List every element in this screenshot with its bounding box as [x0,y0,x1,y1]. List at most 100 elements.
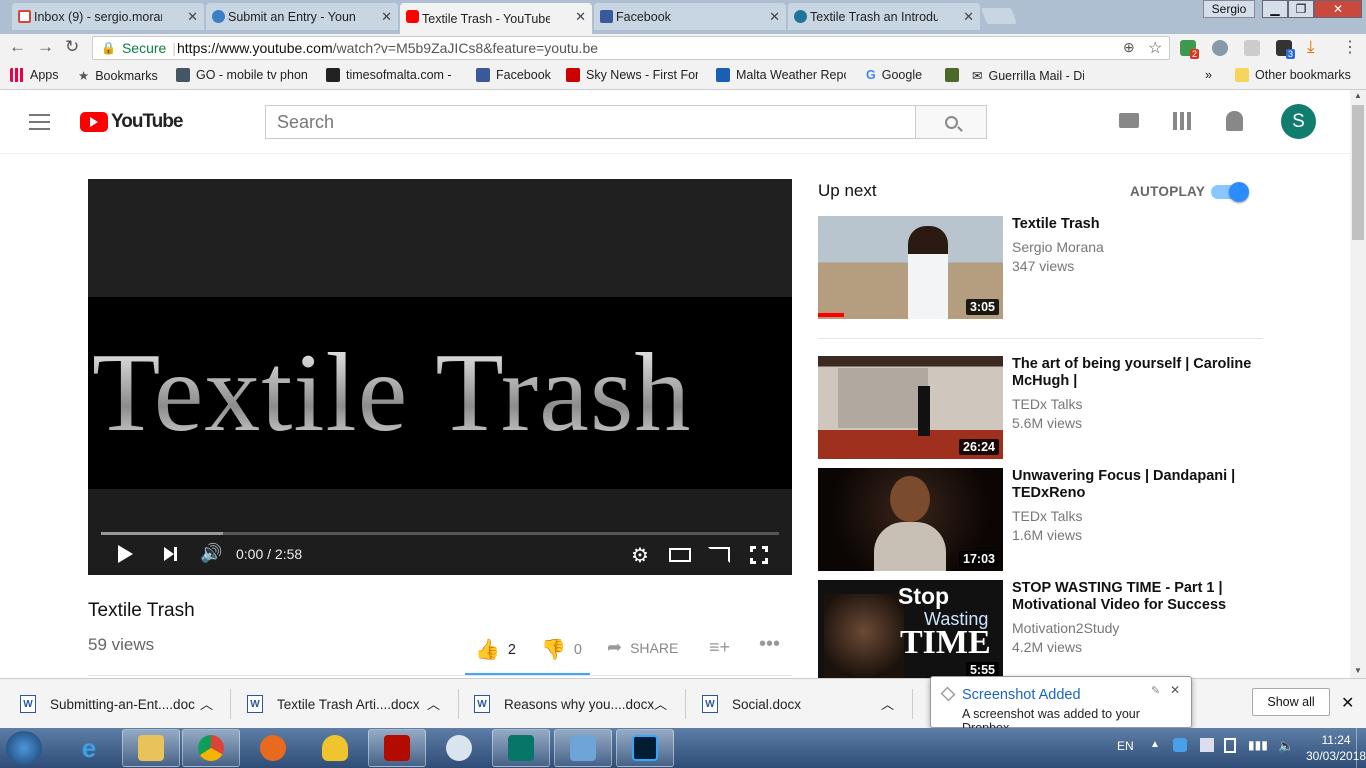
taskbar-photoshop[interactable] [616,729,674,767]
bookmark-sky-news[interactable]: Sky News - First For [566,68,698,82]
tab-submit-entry[interactable]: Submit an Entry - Young ✕ [206,3,398,30]
video-title[interactable]: STOP WASTING TIME - Part 1 | Motivationa… [1012,580,1252,614]
taskbar-publisher[interactable] [492,729,550,767]
language-indicator[interactable]: EN [1117,739,1134,753]
cast-icon[interactable] [708,547,730,563]
menu-icon[interactable]: ⋮ [1342,37,1358,57]
taskbar-media[interactable] [244,729,302,767]
extension-icon[interactable] [1244,40,1260,56]
progress-bar[interactable] [101,532,779,535]
video-title[interactable]: Unwavering Focus | Dandapani | TEDxReno [1012,468,1252,502]
bookmark-google[interactable]: G Google [866,68,922,82]
back-icon[interactable]: ← [9,37,26,57]
reload-icon[interactable]: ↻ [65,37,79,57]
share-button[interactable]: ➦ SHARE [607,637,678,658]
forward-icon[interactable]: → [37,37,54,57]
close-window-button[interactable]: ✕ [1314,0,1362,18]
theater-mode-icon[interactable] [669,548,691,562]
show-all-downloads-button[interactable]: Show all [1252,688,1330,716]
next-icon[interactable] [164,547,177,562]
tab-youtube[interactable]: Textile Trash - YouTube ✕ [400,3,592,34]
recommendation-card[interactable]: 3:05 Textile Trash Sergio Morana 347 vie… [818,216,1263,326]
close-icon[interactable]: ✕ [575,9,586,25]
play-icon[interactable] [118,545,133,563]
scroll-up-icon[interactable]: ▲ [1354,91,1362,100]
recommendation-card[interactable]: Stop Wasting TIME 5:55 STOP WASTING TIME… [818,580,1263,678]
dropbox-tray-icon[interactable] [1173,738,1187,752]
chevron-up-icon[interactable]: ︿ [427,694,440,713]
video-thumbnail[interactable]: Stop Wasting TIME 5:55 [818,580,1003,678]
profile-button[interactable]: Sergio [1203,0,1255,18]
hamburger-menu-icon[interactable] [29,114,50,130]
secure-indicator[interactable]: 🔒 Secure | [101,40,176,56]
search-input[interactable]: Search [265,105,916,139]
tray-expand-icon[interactable]: ▲ [1150,739,1160,750]
autoplay-toggle[interactable] [1211,182,1251,202]
bookmark-apps[interactable]: Apps [10,68,59,82]
video-player[interactable]: Textile Trash 🔊 0:00 / 2:58 ⚙ [88,179,792,575]
download-item[interactable]: W Reasons why you....docx [474,679,654,729]
chevron-up-icon[interactable]: ︿ [200,694,213,713]
taskbar-photo-viewer[interactable] [554,729,612,767]
tab-facebook[interactable]: Facebook ✕ [594,3,786,30]
taskbar-tips[interactable] [306,729,364,767]
bookmark-guerrilla-mail[interactable]: ✉ Guerrilla Mail - Di [972,68,1084,84]
settings-gear-icon[interactable]: ⚙ [631,543,649,568]
address-bar[interactable]: 🔒 Secure | https://www.youtube.com/watch… [92,36,1170,60]
zoom-icon[interactable]: ⊕ [1123,39,1135,56]
upload-video-icon[interactable] [1119,113,1139,128]
download-item[interactable]: W Textile Trash Arti....docx [247,679,420,729]
taskbar-snipping[interactable] [430,729,488,767]
chevron-up-icon[interactable]: ︿ [881,694,894,713]
bookmarks-overflow[interactable]: » [1205,68,1212,82]
bookmark-go[interactable]: GO - mobile tv phon [176,68,308,82]
download-icon[interactable]: ⤓ [1307,37,1315,57]
taskbar-ie[interactable]: e [60,729,118,767]
new-tab-button[interactable] [981,8,1017,24]
battery-icon[interactable] [1224,738,1236,753]
fullscreen-icon[interactable] [750,546,768,564]
notifications-bell-icon[interactable] [1226,111,1243,131]
video-thumbnail[interactable]: 26:24 [818,356,1003,459]
tab-gmail[interactable]: Inbox (9) - sergio.morana ✕ [12,3,204,30]
bookmark-g[interactable] [945,68,959,82]
like-button[interactable]: 👍 2 [475,637,516,662]
apps-grid-icon[interactable] [1173,112,1191,130]
page-scrollbar[interactable]: ▲ ▼ [1350,90,1366,678]
bookmark-facebook[interactable]: Facebook [476,68,551,82]
video-title[interactable]: The art of being yourself | Caroline McH… [1012,356,1252,390]
taskbar-explorer[interactable] [122,729,180,767]
chevron-up-icon[interactable]: ︿ [654,694,667,713]
download-item[interactable]: W Submitting-an-Ent....doc [20,679,195,729]
taskbar-acrobat[interactable] [368,729,426,767]
video-thumbnail[interactable]: 3:05 [818,216,1003,319]
dropbox-notification[interactable]: Screenshot Added A screenshot was added … [930,676,1192,735]
pin-icon[interactable]: ✎ [1151,684,1160,697]
volume-tray-icon[interactable]: 🔈 [1278,738,1294,754]
network-icon[interactable]: ▮▮▮ [1248,738,1268,752]
star-icon[interactable]: ☆ [1148,38,1162,58]
youtube-logo[interactable]: YouTube [80,111,183,133]
extension-icon[interactable] [1212,40,1228,56]
bookmark-other[interactable]: Other bookmarks [1235,68,1351,82]
scroll-down-icon[interactable]: ▼ [1354,666,1362,675]
recommendation-card[interactable]: 17:03 Unwavering Focus | Dandapani | TED… [818,468,1263,572]
download-item[interactable]: W Social.docx [702,679,801,729]
maximize-button[interactable]: ❐ [1288,0,1314,18]
recommendation-card[interactable]: 26:24 The art of being yourself | Caroli… [818,356,1263,460]
video-title[interactable]: Textile Trash [1012,216,1252,233]
minimize-button[interactable]: ▁ [1262,0,1288,18]
show-desktop-button[interactable] [1356,728,1366,768]
search-button[interactable] [915,105,987,139]
more-options-icon[interactable]: ••• [759,633,780,656]
avatar[interactable]: S [1281,104,1316,139]
bookmark-times[interactable]: timesofmalta.com - [326,68,458,82]
dislike-button[interactable]: 👎 0 [541,637,582,662]
windows-tray-icon[interactable] [1200,738,1214,752]
close-downloads-icon[interactable]: ✕ [1341,693,1354,713]
scrollbar-thumb[interactable] [1352,105,1364,240]
close-icon[interactable]: ✕ [1170,683,1180,697]
close-icon[interactable]: ✕ [769,9,780,25]
start-button[interactable] [6,731,42,765]
bookmark-bookmarks[interactable]: ★ Bookmarks [78,68,158,84]
